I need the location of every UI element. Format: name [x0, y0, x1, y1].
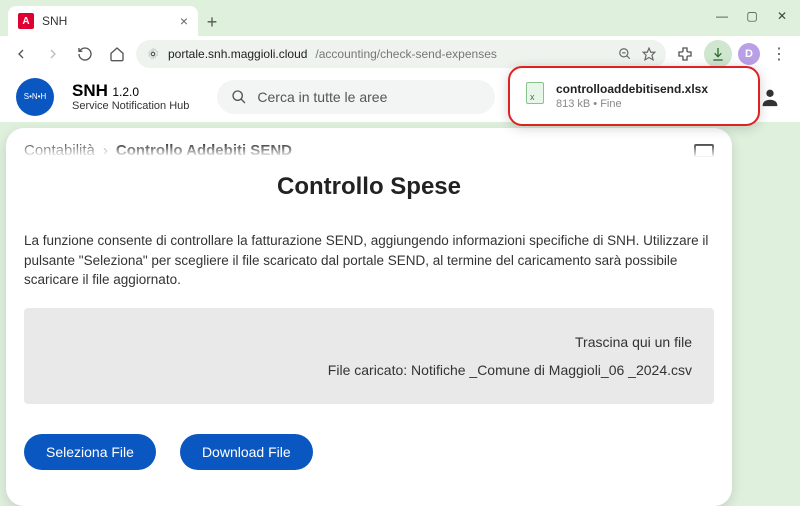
- tab-title: SNH: [42, 14, 172, 28]
- new-tab-button[interactable]: +: [198, 8, 226, 36]
- site-settings-icon[interactable]: [146, 47, 160, 61]
- address-bar[interactable]: portale.snh.maggioli.cloud/accounting/ch…: [136, 40, 666, 68]
- extensions-icon[interactable]: [672, 41, 698, 67]
- app-title-block: SNH 1.2.0 Service Notification Hub: [72, 82, 189, 113]
- account-icon[interactable]: [756, 83, 784, 111]
- select-file-button[interactable]: Seleziona File: [24, 434, 156, 470]
- browser-tab[interactable]: A SNH ×: [8, 6, 198, 36]
- breadcrumb-separator: ›: [103, 142, 108, 159]
- bookmark-star-icon[interactable]: [642, 47, 656, 61]
- window-maximize-icon[interactable]: ▢: [738, 4, 766, 28]
- uploaded-file-label: File caricato: Notifiche _Comune di Magg…: [46, 362, 692, 378]
- browser-menu-icon[interactable]: ⋮: [766, 41, 792, 67]
- search-icon: [231, 89, 247, 105]
- download-filename: controlloaddebitisend.xlsx: [556, 82, 708, 96]
- search-placeholder: Cerca in tutte le aree: [257, 89, 387, 105]
- dropzone-hint: Trascina qui un file: [46, 334, 692, 350]
- browser-tab-strip: A SNH × + — ▢ ✕: [0, 0, 800, 36]
- profile-avatar[interactable]: D: [738, 43, 760, 65]
- page-description: La funzione consente di controllare la f…: [24, 231, 714, 290]
- zoom-icon[interactable]: [618, 47, 632, 61]
- toggle-icon[interactable]: [694, 144, 714, 158]
- window-close-icon[interactable]: ✕: [768, 4, 796, 28]
- downloads-icon[interactable]: [704, 40, 732, 68]
- page-title: Controllo Spese: [24, 173, 714, 201]
- nav-forward-icon[interactable]: [40, 41, 66, 67]
- breadcrumb: Contabilità › Controllo Addebiti SEND: [24, 128, 714, 165]
- nav-back-icon[interactable]: [8, 41, 34, 67]
- search-input[interactable]: Cerca in tutte le aree: [217, 80, 495, 114]
- tab-favicon: A: [18, 13, 34, 29]
- download-meta: 813 kB • Fine: [556, 98, 708, 110]
- breadcrumb-item-1[interactable]: Contabilità: [24, 142, 95, 159]
- breadcrumb-item-2: Controllo Addebiti SEND: [116, 142, 292, 159]
- download-file-button[interactable]: Download File: [180, 434, 313, 470]
- window-minimize-icon[interactable]: —: [708, 4, 736, 28]
- app-logo[interactable]: S•N•H: [16, 78, 54, 116]
- file-dropzone[interactable]: Trascina qui un file File caricato: Noti…: [24, 308, 714, 404]
- download-toast[interactable]: controlloaddebitisend.xlsx 813 kB • Fine: [508, 66, 760, 126]
- tab-close-icon[interactable]: ×: [180, 13, 188, 29]
- main-card: Contabilità › Controllo Addebiti SEND Co…: [6, 128, 732, 506]
- nav-home-icon[interactable]: [104, 41, 130, 67]
- nav-reload-icon[interactable]: [72, 41, 98, 67]
- url-path: /accounting/check-send-expenses: [315, 47, 496, 61]
- file-xlsx-icon: [526, 82, 544, 104]
- url-domain: portale.snh.maggioli.cloud: [168, 47, 307, 61]
